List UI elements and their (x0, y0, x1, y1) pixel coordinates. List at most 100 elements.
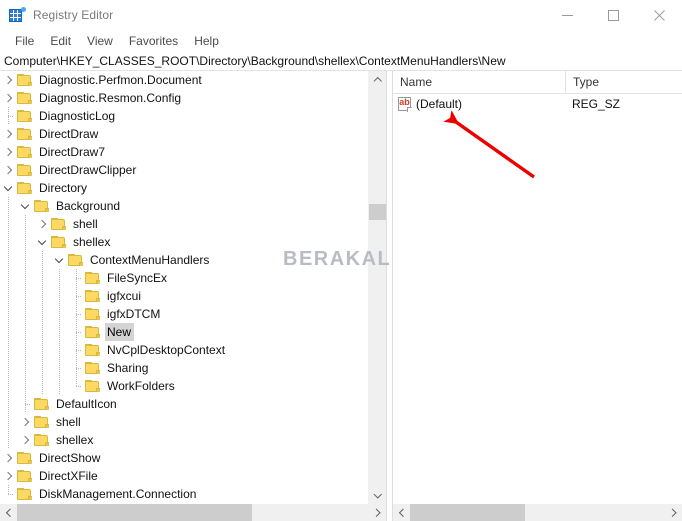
tree-indent-guide (34, 359, 51, 377)
menu-bar: File Edit View Favorites Help (0, 30, 682, 52)
folder-icon (17, 469, 33, 483)
address-bar[interactable]: Computer\HKEY_CLASSES_ROOT\Directory\Bac… (0, 52, 682, 71)
chevron-right-icon[interactable] (34, 215, 51, 233)
folder-icon (17, 487, 33, 501)
scroll-right-button[interactable] (369, 504, 386, 521)
chevron-right-icon[interactable] (0, 143, 17, 161)
tree-item-directxfile[interactable]: DirectXFile (0, 467, 364, 485)
chevron-down-icon[interactable] (51, 251, 68, 269)
tree-item-igfxdtcm[interactable]: igfxDTCM (0, 305, 364, 323)
chevron-right-icon[interactable] (0, 161, 17, 179)
tree-item-nvcpldesktopcontext[interactable]: NvCplDesktopContext (0, 341, 364, 359)
menu-edit[interactable]: Edit (42, 32, 79, 51)
tree-connector (68, 269, 85, 287)
scroll-up-button[interactable] (369, 71, 386, 88)
menu-view[interactable]: View (79, 32, 121, 51)
registry-values-pane: Name Type ab (Default) REG_SZ (393, 71, 682, 521)
tree-item-directdraw[interactable]: DirectDraw (0, 125, 364, 143)
tree-item-label: shellex (56, 433, 94, 447)
chevron-right-icon[interactable] (17, 413, 34, 431)
tree-item-shellex[interactable]: shellex (0, 233, 364, 251)
tree-connector (68, 359, 85, 377)
tree-indent-guide (17, 377, 34, 395)
value-row[interactable]: ab (Default) REG_SZ (393, 94, 682, 114)
column-header-type[interactable]: Type (565, 71, 682, 93)
chevron-right-icon[interactable] (0, 467, 17, 485)
tree-item-background[interactable]: Background (0, 197, 364, 215)
tree-indent-guide (34, 305, 51, 323)
tree-item-label: shell (56, 415, 81, 429)
tree-item-diagnostic-perfmon-document[interactable]: Diagnostic.Perfmon.Document (0, 71, 364, 89)
tree-item-defaulticon[interactable]: DefaultIcon (0, 395, 364, 413)
tree-vertical-scrollbar[interactable] (368, 71, 386, 504)
tree-horizontal-scrollbar[interactable] (0, 504, 386, 521)
tree-item-label: DirectXFile (39, 469, 98, 483)
pane-splitter[interactable] (386, 71, 393, 521)
chevron-right-icon[interactable] (0, 449, 17, 467)
registry-tree[interactable]: Diagnostic.Perfmon.Document Diagnostic.Re… (0, 71, 364, 504)
folder-icon (17, 145, 33, 159)
tree-indent-guide (17, 341, 34, 359)
tree-indent-guide (34, 323, 51, 341)
tree-indent-guide (0, 287, 17, 305)
tree-hscroll-thumb[interactable] (17, 504, 252, 521)
values-list[interactable]: ab (Default) REG_SZ (393, 94, 682, 504)
chevron-right-icon[interactable] (17, 431, 34, 449)
tree-item-shellex[interactable]: shellex (0, 431, 364, 449)
window-title: Registry Editor (33, 8, 114, 22)
tree-indent-guide (34, 251, 51, 269)
tree-item-label: DiskManagement.Connection (39, 487, 197, 501)
tree-indent-guide (0, 395, 17, 413)
tree-item-label: NvCplDesktopContext (107, 343, 226, 357)
tree-item-shell[interactable]: shell (0, 413, 364, 431)
tree-item-igfxcui[interactable]: igfxcui (0, 287, 364, 305)
tree-item-workfolders[interactable]: WorkFolders (0, 377, 364, 395)
tree-indent-guide (0, 233, 17, 251)
chevron-down-icon[interactable] (0, 179, 17, 197)
tree-item-label: igfxcui (107, 289, 142, 303)
tree-item-directdrawclipper[interactable]: DirectDrawClipper (0, 161, 364, 179)
tree-item-directshow[interactable]: DirectShow (0, 449, 364, 467)
tree-item-diagnostic-resmon-config[interactable]: Diagnostic.Resmon.Config (0, 89, 364, 107)
values-hscroll-thumb[interactable] (410, 504, 525, 521)
tree-item-diagnosticlog[interactable]: DiagnosticLog (0, 107, 364, 125)
tree-item-shell[interactable]: shell (0, 215, 364, 233)
menu-favorites[interactable]: Favorites (121, 32, 186, 51)
minimize-button[interactable] (544, 0, 590, 30)
tree-indent-guide (0, 269, 17, 287)
tree-item-directdraw7[interactable]: DirectDraw7 (0, 143, 364, 161)
menu-file[interactable]: File (7, 32, 42, 51)
tree-indent-guide (0, 377, 17, 395)
chevron-down-icon[interactable] (34, 233, 51, 251)
chevron-down-icon[interactable] (17, 197, 34, 215)
folder-icon (34, 415, 50, 429)
chevron-right-icon[interactable] (0, 89, 17, 107)
close-button[interactable] (636, 0, 682, 30)
tree-connector (0, 485, 17, 503)
values-scroll-right-button[interactable] (665, 504, 682, 521)
tree-item-contextmenuhandlers[interactable]: ContextMenuHandlers (0, 251, 364, 269)
tree-item-diskmanagement-connection[interactable]: DiskManagement.Connection (0, 485, 364, 503)
column-header-name[interactable]: Name (393, 71, 565, 93)
tree-connector (68, 305, 85, 323)
scroll-left-button[interactable] (0, 504, 17, 521)
tree-item-new[interactable]: New (0, 323, 364, 341)
tree-item-label: ContextMenuHandlers (90, 253, 210, 267)
values-horizontal-scrollbar[interactable] (393, 504, 682, 521)
tree-indent-guide (51, 305, 68, 323)
maximize-button[interactable] (590, 0, 636, 30)
tree-item-label: Diagnostic.Resmon.Config (39, 91, 182, 105)
tree-item-directory[interactable]: Directory (0, 179, 364, 197)
chevron-right-icon[interactable] (0, 71, 17, 89)
tree-indent-guide (51, 323, 68, 341)
menu-help[interactable]: Help (186, 32, 227, 51)
folder-icon (17, 109, 33, 123)
chevron-right-icon[interactable] (0, 125, 17, 143)
folder-icon (85, 325, 101, 339)
tree-item-filesyncex[interactable]: FileSyncEx (0, 269, 364, 287)
tree-scroll-thumb[interactable] (369, 204, 386, 220)
tree-item-sharing[interactable]: Sharing (0, 359, 364, 377)
scroll-down-button[interactable] (369, 487, 386, 504)
values-scroll-left-button[interactable] (393, 504, 410, 521)
folder-icon (34, 433, 50, 447)
